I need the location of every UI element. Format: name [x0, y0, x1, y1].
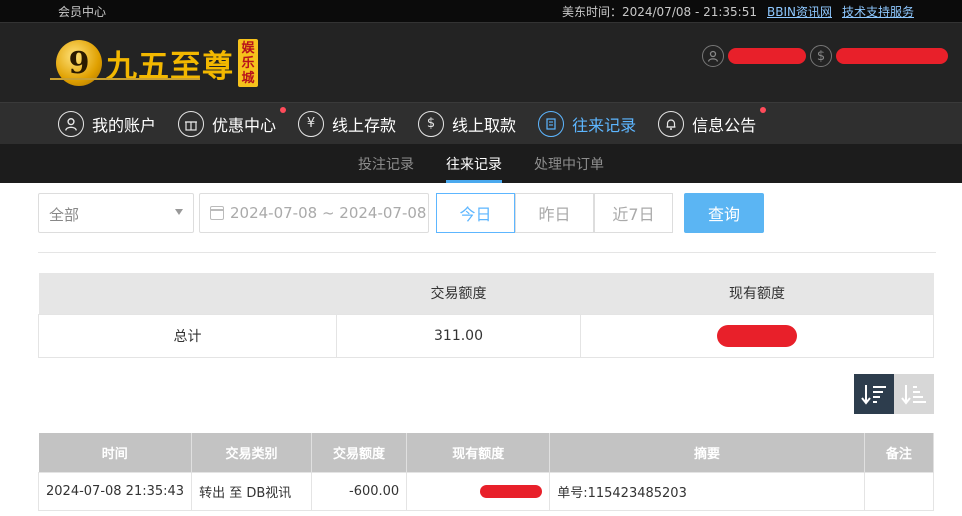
date-range-value: 2024-07-08 ~ 2024-07-08 — [230, 204, 427, 222]
gift-icon — [178, 110, 205, 137]
sort-desc-icon — [861, 385, 886, 405]
summary-total-label: 总计 — [38, 313, 337, 358]
redacted-total-balance — [717, 324, 797, 347]
logo-badge-char: 娱 — [241, 40, 255, 56]
nav-label: 线上取款 — [452, 115, 517, 135]
nav-label: 我的账户 — [92, 115, 157, 135]
top-strip: 会员中心 美东时间：2024/07/08 - 21:35:51 BBIN资讯网 … — [0, 0, 962, 22]
nav-online-withdraw[interactable]: $ 线上取款 — [418, 110, 517, 137]
summary-header-amount: 交易额度 — [336, 273, 581, 314]
withdraw-icon: $ — [418, 110, 445, 137]
sort-ascending-button[interactable] — [894, 374, 934, 414]
summary-total-amount: 311.00 — [335, 313, 582, 358]
logo-badge-char: 城 — [241, 70, 255, 86]
summary-total-balance — [580, 313, 934, 358]
site-logo[interactable]: 9 九五至尊 娱 乐 城 — [56, 33, 258, 93]
col-summary: 摘要 — [549, 433, 865, 472]
nav-label: 往来记录 — [572, 115, 637, 135]
nav-announcements[interactable]: 信息公告 — [658, 106, 767, 137]
member-center-label: 会员中心 — [58, 5, 107, 19]
cell-summary: 单号:115423485203 — [549, 471, 865, 511]
nav-transaction-records[interactable]: 往来记录 — [538, 110, 637, 137]
site-header: 9 九五至尊 娱 乐 城 $ — [0, 22, 962, 102]
last-7-days-button[interactable]: 近7日 — [594, 193, 673, 233]
bell-icon — [658, 110, 685, 137]
yesterday-button[interactable]: 昨日 — [515, 193, 594, 233]
nav-label: 线上存款 — [332, 115, 397, 135]
redacted-balance — [836, 48, 948, 64]
cell-note — [863, 471, 935, 511]
sub-nav: 投注记录 往来记录 处理中订单 — [0, 144, 962, 183]
today-button[interactable]: 今日 — [436, 193, 515, 233]
nav-promotions[interactable]: 优惠中心 — [178, 106, 287, 137]
summary-header-blank — [38, 273, 337, 314]
deposit-icon: ¥ — [298, 110, 325, 137]
redacted-row-balance — [480, 484, 543, 498]
table-row: 2024-07-08 21:35:43 转出 至 DB视讯 -600.00 单号… — [37, 471, 935, 511]
bbin-news-link[interactable]: BBIN资讯网 — [767, 3, 832, 20]
cell-amount: -600.00 — [310, 471, 408, 511]
sort-controls — [854, 374, 934, 414]
eastern-time: 美东时间：2024/07/08 - 21:35:51 — [561, 5, 757, 19]
calendar-icon — [210, 206, 224, 220]
records-table: 时间 交易类别 交易额度 现有额度 摘要 备注 2024-07-08 21:35… — [37, 433, 935, 511]
tech-support-link[interactable]: 技术支持服务 — [842, 3, 914, 20]
chevron-down-icon — [175, 209, 183, 215]
nav-label: 信息公告 — [692, 115, 757, 135]
user-icon — [702, 45, 724, 67]
logo-badge-char: 乐 — [241, 55, 255, 71]
account-summary: $ — [702, 45, 948, 67]
nav-label: 优惠中心 — [212, 115, 277, 135]
notification-dot — [280, 106, 287, 113]
summary-table: 交易额度 现有额度 总计 311.00 — [38, 273, 934, 358]
col-time: 时间 — [38, 433, 193, 472]
cell-type: 转出 至 DB视讯 — [191, 471, 312, 511]
logo-badge: 娱 乐 城 — [238, 39, 258, 87]
user-icon — [58, 110, 84, 137]
col-balance: 现有额度 — [406, 433, 551, 472]
sort-descending-button[interactable] — [854, 374, 894, 414]
record-icon — [538, 110, 565, 137]
col-type: 交易类别 — [191, 433, 312, 472]
summary-header-balance: 现有额度 — [580, 273, 934, 314]
main-nav: 我的账户 优惠中心 ¥ 线上存款 $ 线上取款 往来记录 信息公告 — [0, 102, 962, 144]
divider — [38, 252, 936, 253]
nav-my-account[interactable]: 我的账户 — [58, 110, 157, 137]
cell-time: 2024-07-08 21:35:43 — [37, 471, 193, 511]
tab-bet-records[interactable]: 投注记录 — [342, 144, 430, 183]
records-header-row: 时间 交易类别 交易额度 现有额度 摘要 备注 — [38, 433, 935, 472]
notification-dot — [760, 106, 767, 113]
nav-online-deposit[interactable]: ¥ 线上存款 — [298, 110, 397, 137]
date-range-input[interactable]: 2024-07-08 ~ 2024-07-08 — [199, 193, 429, 233]
cell-balance — [406, 471, 551, 511]
tab-pending-orders[interactable]: 处理中订单 — [518, 144, 620, 183]
transaction-type-select[interactable]: 全部 — [38, 193, 194, 233]
dollar-icon: $ — [810, 45, 832, 67]
redacted-username — [728, 48, 806, 64]
col-amount: 交易额度 — [311, 433, 408, 472]
filter-bar: 全部 2024-07-08 ~ 2024-07-08 今日 昨日 近7日 查询 — [38, 193, 938, 233]
logo-ornament — [50, 78, 200, 80]
top-right-links: 美东时间：2024/07/08 - 21:35:51 BBIN资讯网 技术支持服… — [562, 3, 914, 20]
select-value: 全部 — [49, 206, 80, 224]
sort-asc-icon — [901, 385, 926, 405]
col-note: 备注 — [864, 433, 935, 472]
search-button[interactable]: 查询 — [684, 193, 764, 233]
tab-transaction-records[interactable]: 往来记录 — [430, 144, 518, 183]
